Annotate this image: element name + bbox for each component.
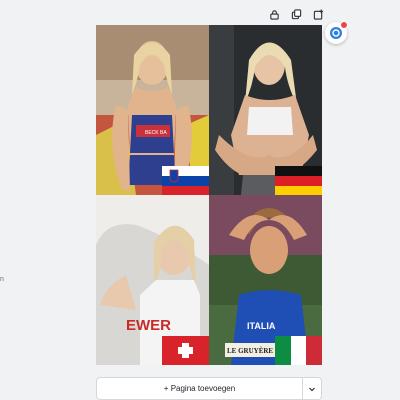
- notification-badge: [340, 21, 348, 29]
- chevron-down-icon: [309, 387, 315, 391]
- lock-icon[interactable]: [266, 6, 282, 22]
- add-page-icon[interactable]: [310, 6, 326, 22]
- add-page-label: + Pagina toevoegen: [163, 384, 236, 393]
- add-page-button[interactable]: + Pagina toevoegen: [96, 377, 303, 400]
- flag-italy: [275, 336, 322, 365]
- add-page-bar: + Pagina toevoegen: [96, 377, 322, 400]
- magic-assistant-button[interactable]: [325, 21, 348, 44]
- page-toolbar: [266, 6, 326, 22]
- add-page-options-button[interactable]: [303, 377, 322, 400]
- photo-bottom-left[interactable]: EWER: [96, 195, 209, 365]
- flag-switzerland: [162, 336, 209, 365]
- design-page[interactable]: BECK BA EWER ITALIA LE GRUYÈRE: [96, 25, 322, 365]
- photo-top-right[interactable]: [209, 25, 322, 195]
- photo-bottom-right[interactable]: ITALIA LE GRUYÈRE: [209, 195, 322, 365]
- duplicate-page-icon[interactable]: [288, 6, 304, 22]
- flag-germany: [275, 166, 322, 195]
- jersey-text: EWER: [126, 317, 171, 334]
- jersey-text: BECK BA: [145, 130, 167, 136]
- sponsor-text: LE GRUYÈRE: [227, 347, 273, 355]
- photo-top-left[interactable]: BECK BA: [96, 25, 209, 195]
- jersey-text: ITALIA: [247, 321, 276, 331]
- side-panel-edge-text: n: [0, 276, 4, 283]
- flag-slovenia: [162, 166, 209, 195]
